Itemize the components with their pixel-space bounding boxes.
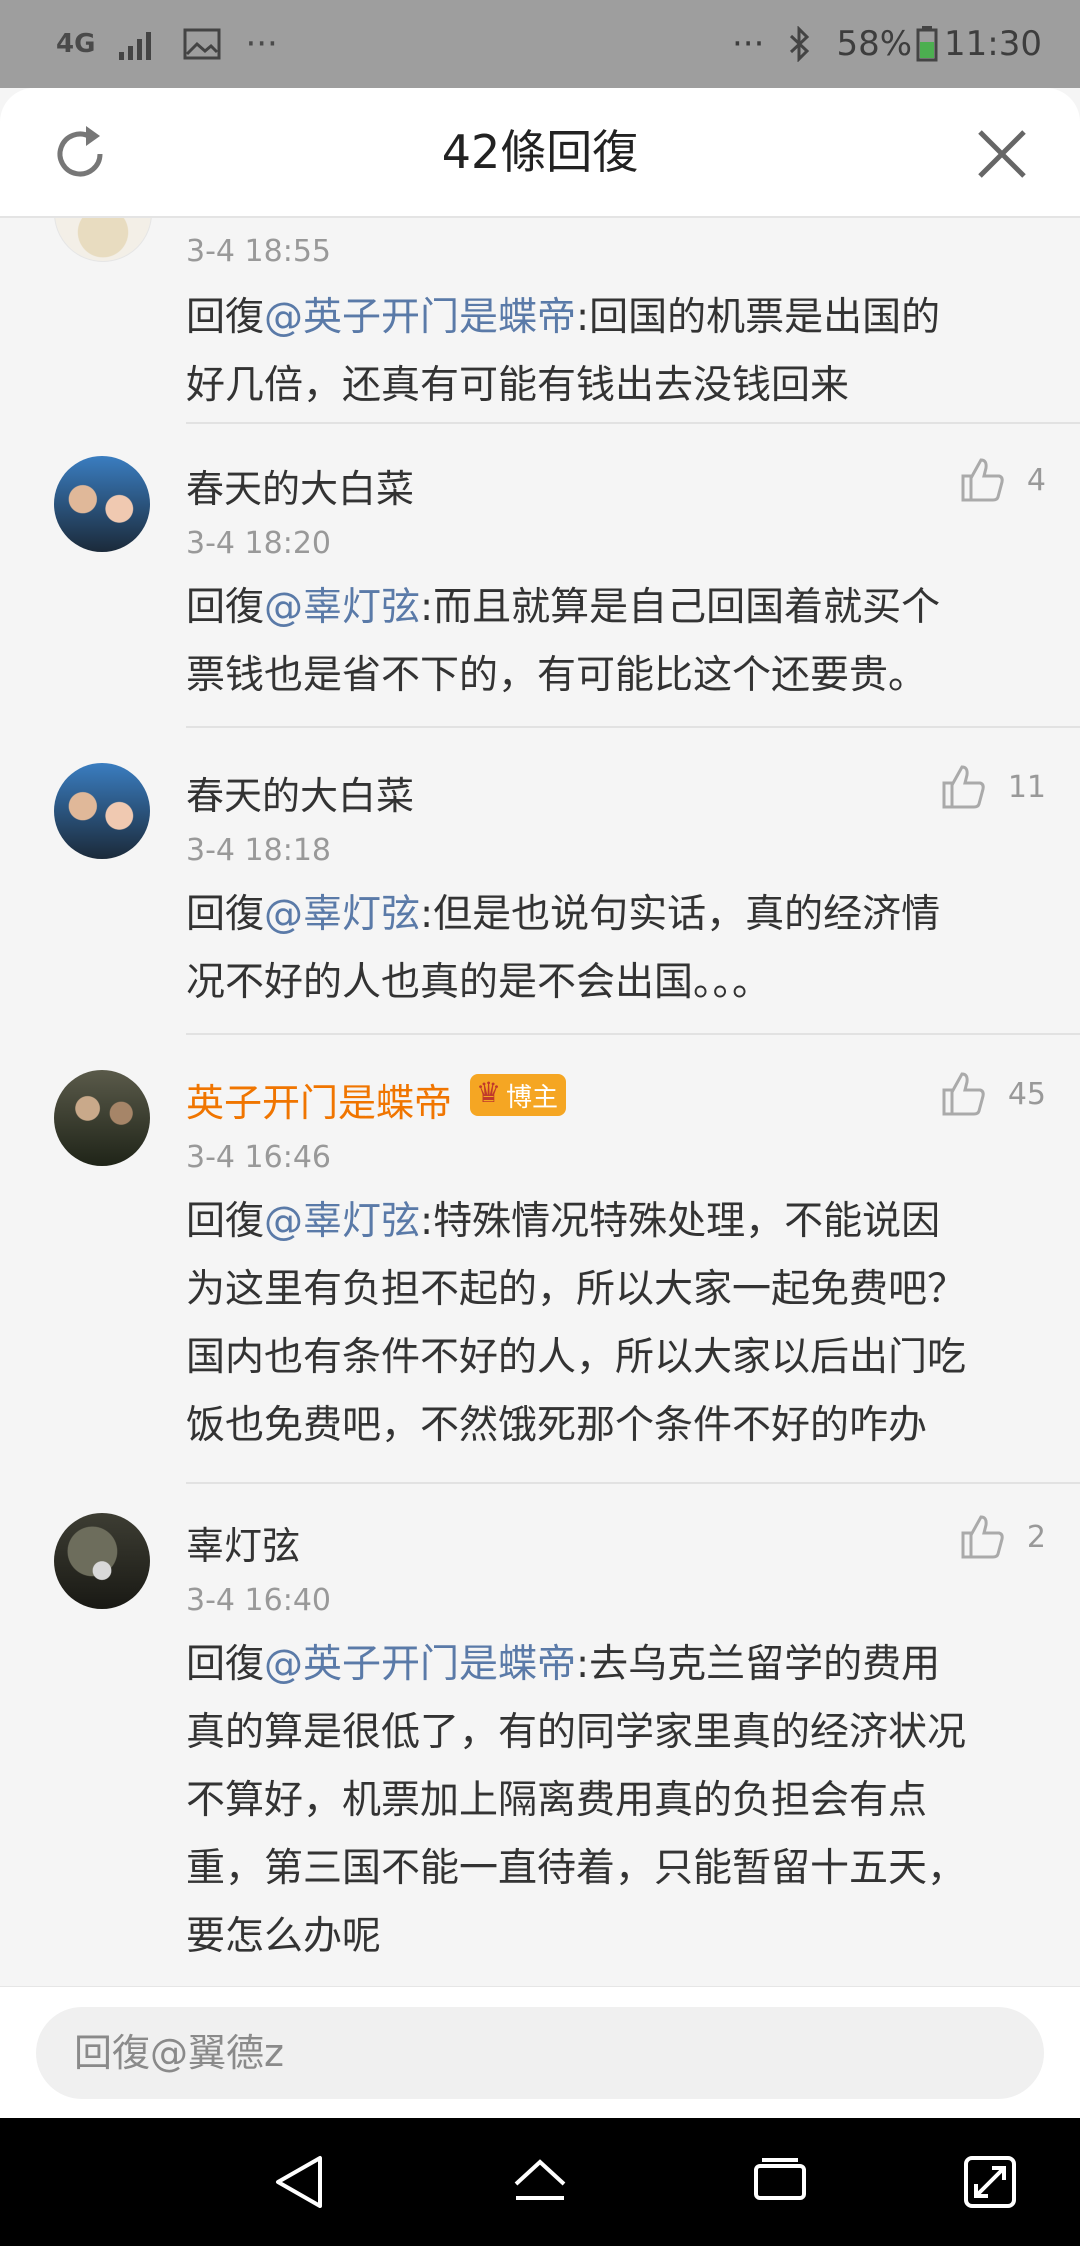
bluetooth-icon <box>790 26 810 62</box>
username[interactable]: 春天的大白菜 <box>186 765 414 820</box>
system-nav-bar <box>0 2118 1080 2246</box>
thumbs-up-icon <box>961 458 1004 502</box>
thumbs-up-icon <box>961 1515 1004 1559</box>
page-title: 42條回復 <box>441 125 639 179</box>
reply-input-bar <box>0 1986 1080 2119</box>
avatar[interactable] <box>54 1070 150 1166</box>
avatar[interactable] <box>54 456 150 552</box>
like-count: 4 <box>1026 462 1046 498</box>
comment-sheet-header: 42條回復 <box>0 88 1080 218</box>
reply-prefix: 回復 <box>186 295 265 340</box>
comment-text-line: :而且就算是自己回国着就买个 <box>420 585 941 630</box>
network-label: 4G <box>56 29 96 59</box>
avatar[interactable] <box>54 218 152 262</box>
badge-label: 博主 <box>505 1082 558 1113</box>
like-count: 2 <box>1026 1519 1046 1555</box>
comment-body: 回復@辜灯弦:特殊情况特殊处理，不能说因 为这里有负担不起的，所以大家一起免费吧… <box>186 1188 1036 1460</box>
comment-text-line: 要怎么办呢 <box>186 1914 382 1959</box>
comment-body: 回復@英子开门是蝶帝:去乌克兰留学的费用 真的算是很低了，有的同学家里真的经济状… <box>186 1631 1036 1971</box>
thumbs-up-icon <box>942 765 985 809</box>
comment-text-line: 票钱也是省不下的，有可能比这个还要贵。 <box>186 653 928 698</box>
comment-time: 3-4 16:46 <box>186 1140 331 1175</box>
expand-icon[interactable] <box>960 2152 1020 2212</box>
image-icon <box>183 28 221 60</box>
reply-prefix: 回復 <box>186 892 265 937</box>
username[interactable]: 英子开门是蝶帝 <box>186 1072 452 1127</box>
username[interactable]: 辜灯弦 <box>186 1515 300 1570</box>
author-badge: ♛ 博主 <box>470 1074 566 1116</box>
thumbs-up-icon <box>942 1072 985 1116</box>
comment-body: 回復@辜灯弦:而且就算是自己回国着就买个 票钱也是省不下的，有可能比这个还要贵。 <box>186 574 1036 710</box>
comment-time: 3-4 18:20 <box>186 526 331 561</box>
divider <box>186 1482 1080 1484</box>
comment-body: 回復@英子开门是蝶帝:回国的机票是出国的 好几倍，还真有可能有钱出去没钱回来 <box>186 284 1036 420</box>
avatar[interactable] <box>54 1513 150 1609</box>
mention-link[interactable]: @英子开门是蝶帝 <box>264 1642 576 1687</box>
comment-text-line: 为这里有负担不起的，所以大家一起免费吧？ <box>186 1267 967 1312</box>
mention-link[interactable]: @辜灯弦 <box>264 585 420 630</box>
reply-prefix: 回復 <box>186 585 265 630</box>
like-button[interactable]: 45 <box>938 1070 1046 1118</box>
signal-icon <box>119 32 152 60</box>
back-icon[interactable] <box>270 2152 330 2212</box>
divider <box>186 1033 1080 1035</box>
mention-link[interactable]: @辜灯弦 <box>264 1199 420 1244</box>
reply-prefix: 回復 <box>186 1199 265 1244</box>
comment-text-line: :特殊情况特殊处理，不能说因 <box>420 1199 941 1244</box>
like-button[interactable]: 4 <box>957 456 1046 504</box>
like-button[interactable]: 11 <box>938 763 1046 811</box>
battery-icon <box>916 26 938 62</box>
reply-prefix: 回復 <box>186 1642 265 1687</box>
status-left: 4G ··· <box>56 24 278 64</box>
divider <box>186 422 1080 424</box>
status-right: ··· 58% 11:30 <box>732 24 1042 64</box>
username[interactable]: 春天的大白菜 <box>186 458 414 513</box>
comment-list[interactable]: 3-4 18:55 回復@英子开门是蝶帝:回国的机票是出国的 好几倍，还真有可能… <box>0 218 1080 1986</box>
comment-text-line: 况不好的人也真的是不会出国。。。 <box>186 960 772 1005</box>
comment-text-line: 重，第三国不能一直待着，只能暂留十五天， <box>186 1846 967 1891</box>
mention-link[interactable]: @辜灯弦 <box>264 892 420 937</box>
like-count: 45 <box>1007 1076 1046 1112</box>
crown-icon: ♛ <box>476 1076 502 1109</box>
avatar[interactable] <box>54 763 150 859</box>
home-icon[interactable] <box>510 2152 570 2212</box>
comment-text-line: 国内也有条件不好的人，所以大家以后出门吃 <box>186 1335 967 1380</box>
comment-time: 3-4 18:55 <box>186 234 331 269</box>
like-button[interactable]: 2 <box>957 1513 1046 1561</box>
notification-more: ··· <box>245 24 278 64</box>
clock: 11:30 <box>944 24 1042 64</box>
like-count: 11 <box>1007 769 1046 805</box>
close-icon[interactable] <box>974 126 1030 182</box>
comment-text-line: 好几倍，还真有可能有钱出去没钱回来 <box>186 363 850 408</box>
status-more-right: ··· <box>732 24 765 64</box>
comment-time: 3-4 16:40 <box>186 1583 331 1618</box>
comment-text-line: 饭也免费吧，不然饿死那个条件不好的咋办 <box>186 1403 928 1448</box>
comment-text-line: :回国的机票是出国的 <box>576 295 941 340</box>
comment-text-line: 不算好，机票加上隔离费用真的负担会有点 <box>186 1778 928 1823</box>
comment-text-line: :去乌克兰留学的费用 <box>576 1642 941 1687</box>
comment-body: 回復@辜灯弦:但是也说句实话，真的经济情 况不好的人也真的是不会出国。。。 <box>186 881 1036 1017</box>
recent-apps-icon[interactable] <box>750 2152 810 2212</box>
comment-time: 3-4 18:18 <box>186 833 331 868</box>
mention-link[interactable]: @英子开门是蝶帝 <box>264 295 576 340</box>
reply-input[interactable] <box>36 2007 1044 2099</box>
battery-percent: 58% <box>836 24 913 64</box>
status-bar: 4G ··· ··· 58% 11:30 <box>0 0 1080 88</box>
comment-text-line: 真的算是很低了，有的同学家里真的经济状况 <box>186 1710 967 1755</box>
comment-text-line: :但是也说句实话，真的经济情 <box>420 892 941 937</box>
divider <box>186 726 1080 728</box>
